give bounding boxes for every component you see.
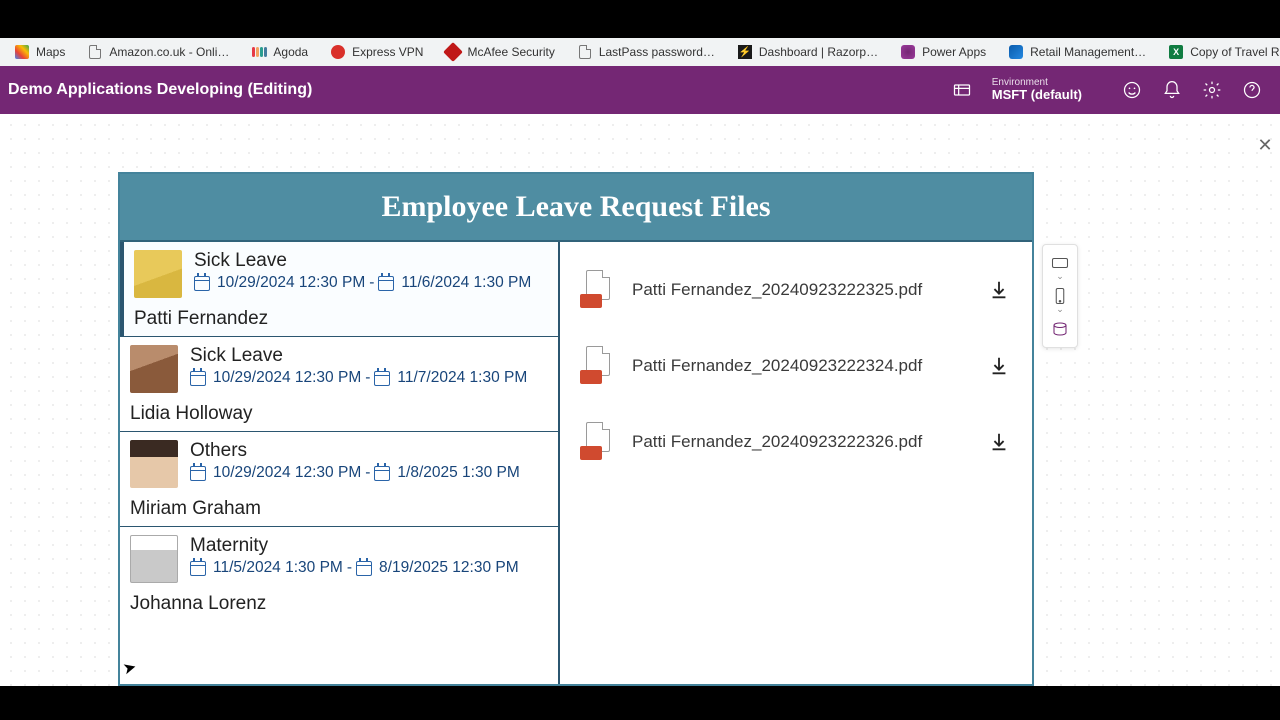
download-button[interactable]: [986, 353, 1012, 379]
powerapps-icon: [900, 44, 916, 60]
leave-type: Sick Leave: [190, 345, 548, 367]
file-row: Patti Fernandez_20240923222325.pdf: [576, 252, 1016, 328]
maps-icon: [14, 44, 30, 60]
environment-picker[interactable]: Environment MSFT (default): [992, 77, 1082, 102]
app-header: Demo Applications Developing (Editing) E…: [0, 66, 1280, 114]
avatar: [130, 440, 178, 488]
insert-phone-button[interactable]: [1043, 282, 1077, 310]
virtual-agent-button[interactable]: [1112, 70, 1152, 110]
date-range: 11/5/2024 1:30 PM- 8/19/2025 12:30 PM: [190, 559, 548, 577]
request-list[interactable]: Sick Leave 10/29/2024 12:30 PM- 11/6/202…: [120, 242, 560, 684]
tab-retail[interactable]: Retail Management…: [998, 40, 1156, 64]
employee-name: Miriam Graham: [130, 498, 548, 520]
avatar: [130, 535, 178, 583]
calendar-icon: [374, 371, 390, 386]
document-icon: [577, 44, 593, 60]
razorpay-icon: ⚡: [737, 44, 753, 60]
environment-icon: [942, 70, 982, 110]
list-item[interactable]: Maternity 11/5/2024 1:30 PM- 8/19/2025 1…: [120, 527, 558, 621]
agoda-icon: [251, 44, 267, 60]
pdf-icon: [580, 270, 612, 310]
tab-razorpay[interactable]: ⚡Dashboard | Razorp…: [727, 40, 888, 64]
file-name: Patti Fernandez_20240923222324.pdf: [632, 356, 966, 376]
tab-excel[interactable]: XCopy of Travel Requ…: [1158, 40, 1280, 64]
date-range: 10/29/2024 12:30 PM- 1/8/2025 1:30 PM: [190, 464, 548, 482]
tab-expressvpn[interactable]: Express VPN: [320, 40, 433, 64]
download-button[interactable]: [986, 429, 1012, 455]
leave-request-panel: Employee Leave Request Files Sick Leave …: [118, 172, 1034, 686]
vpn-icon: [330, 44, 346, 60]
help-button[interactable]: [1232, 70, 1272, 110]
app-title: Demo Applications Developing (Editing): [8, 81, 942, 99]
environment-label: Environment: [992, 77, 1082, 88]
document-icon: [87, 44, 103, 60]
avatar: [134, 250, 182, 298]
leave-type: Others: [190, 440, 548, 462]
date-range: 10/29/2024 12:30 PM- 11/7/2024 1:30 PM: [190, 369, 548, 387]
file-row: Patti Fernandez_20240923222324.pdf: [576, 328, 1016, 404]
panel-title: Employee Leave Request Files: [120, 174, 1032, 242]
tab-amazon[interactable]: Amazon.co.uk - Onli…: [77, 40, 239, 64]
calendar-icon: [378, 276, 394, 291]
tab-maps[interactable]: Maps: [4, 40, 75, 64]
tab-agoda[interactable]: Agoda: [241, 40, 318, 64]
list-item[interactable]: Sick Leave 10/29/2024 12:30 PM- 11/7/202…: [120, 337, 558, 432]
calendar-icon: [190, 466, 206, 481]
download-button[interactable]: [986, 277, 1012, 303]
calendar-icon: [190, 561, 206, 576]
excel-icon: X: [1168, 44, 1184, 60]
tab-lastpass[interactable]: LastPass password…: [567, 40, 725, 64]
list-item[interactable]: Others 10/29/2024 12:30 PM- 1/8/2025 1:3…: [120, 432, 558, 527]
file-name: Patti Fernandez_20240923222325.pdf: [632, 280, 966, 300]
file-list: Patti Fernandez_20240923222325.pdf Patti…: [560, 242, 1032, 684]
calendar-icon: [356, 561, 372, 576]
insert-data-button[interactable]: [1043, 315, 1077, 343]
insert-label-button[interactable]: [1043, 249, 1077, 277]
close-icon[interactable]: ✕: [1252, 132, 1278, 158]
notifications-button[interactable]: [1152, 70, 1192, 110]
file-name: Patti Fernandez_20240923222326.pdf: [632, 432, 966, 452]
environment-value: MSFT (default): [992, 88, 1082, 102]
pdf-icon: [580, 422, 612, 462]
employee-name: Patti Fernandez: [134, 308, 548, 330]
tab-mcafee[interactable]: McAfee Security: [435, 40, 564, 64]
employee-name: Johanna Lorenz: [130, 593, 548, 615]
browser-tab-strip: Maps Amazon.co.uk - Onli… Agoda Express …: [0, 38, 1280, 66]
employee-name: Lidia Holloway: [130, 403, 548, 425]
dynamics-icon: [1008, 44, 1024, 60]
file-row: Patti Fernandez_20240923222326.pdf: [576, 404, 1016, 480]
date-range: 10/29/2024 12:30 PM- 11/6/2024 1:30 PM: [194, 274, 548, 292]
calendar-icon: [374, 466, 390, 481]
list-item[interactable]: Sick Leave 10/29/2024 12:30 PM- 11/6/202…: [120, 242, 558, 337]
insert-toolbar: ⌄ ⌄: [1042, 244, 1078, 348]
mcafee-icon: [445, 44, 461, 60]
settings-button[interactable]: [1192, 70, 1232, 110]
calendar-icon: [190, 371, 206, 386]
tab-powerapps[interactable]: Power Apps: [890, 40, 996, 64]
design-canvas[interactable]: ✕ Employee Leave Request Files Sick Leav…: [0, 114, 1280, 686]
leave-type: Sick Leave: [194, 250, 548, 272]
avatar: [130, 345, 178, 393]
leave-type: Maternity: [190, 535, 548, 557]
pdf-icon: [580, 346, 612, 386]
calendar-icon: [194, 276, 210, 291]
